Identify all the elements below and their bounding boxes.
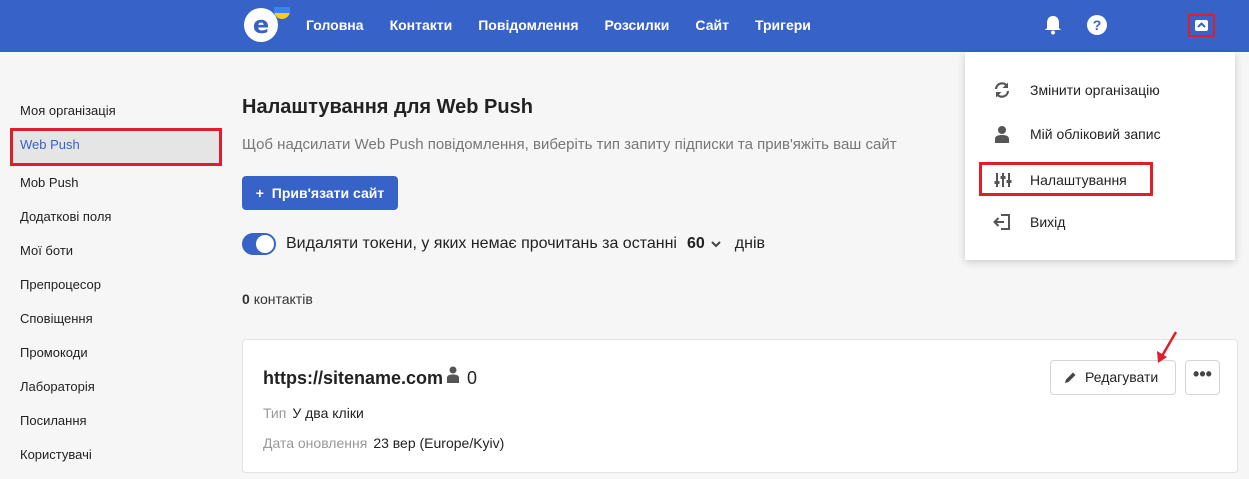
sidebar-item-promocodes[interactable]: Промокоди: [10, 336, 222, 370]
user-dropdown-menu: Змінити організацію Мій обліковий запис …: [965, 52, 1235, 260]
sidebar-item-users[interactable]: Користувачі: [10, 438, 222, 472]
delete-tokens-row: Видаляти токени, у яких немає прочитань …: [242, 233, 765, 255]
site-type-label: Тип: [263, 405, 287, 421]
site-url: https://sitename.com: [263, 368, 444, 388]
page-subtitle: Щоб надсилати Web Push повідомлення, виб…: [242, 136, 897, 153]
nav-item-campaigns[interactable]: Розсилки: [605, 17, 670, 33]
sync-icon: [994, 82, 1010, 98]
days-unit: днів: [734, 235, 766, 252]
user-menu-toggle[interactable]: [1188, 14, 1215, 37]
edit-button-label: Редагувати: [1085, 369, 1159, 385]
sidebar-item-preprocessor[interactable]: Препроцесор: [10, 268, 222, 302]
plus-icon: +: [255, 185, 264, 201]
chevron-down-icon[interactable]: [711, 240, 721, 248]
sidebar-item-my-organization[interactable]: Моя організація: [10, 94, 222, 128]
site-updated-value: 23 вер (Europe/Kyiv): [373, 435, 505, 451]
contacts-count-label: контактів: [253, 291, 313, 307]
menu-item-settings[interactable]: Налаштування: [979, 162, 1153, 196]
nav-item-triggers[interactable]: Тригери: [755, 17, 811, 33]
sidebar-item-web-push[interactable]: Web Push: [10, 128, 222, 166]
menu-item-my-account[interactable]: Мій обліковий запис: [965, 114, 1235, 154]
bind-site-button[interactable]: + Прив'язати сайт: [242, 176, 398, 210]
site-card: https://sitename.com 0 Тип У два кліки Да…: [242, 339, 1238, 473]
sidebar-item-links[interactable]: Посилання: [10, 404, 222, 438]
logo[interactable]: e: [244, 8, 278, 42]
site-updated-label: Дата оновлення: [263, 435, 368, 451]
chevron-up-icon: [1195, 20, 1208, 31]
main-nav: Головна Контакти Повідомлення Розсилки С…: [306, 17, 837, 33]
nav-item-site[interactable]: Сайт: [695, 17, 729, 33]
help-icon[interactable]: ?: [1087, 15, 1107, 35]
sidebar-item-my-bots[interactable]: Мої боти: [10, 234, 222, 268]
menu-item-change-organization-label: Змінити організацію: [1030, 82, 1160, 98]
sidebar-item-laboratory[interactable]: Лабораторія: [10, 370, 222, 404]
menu-item-logout[interactable]: Вихід: [965, 202, 1235, 242]
menu-item-change-organization[interactable]: Змінити організацію: [965, 70, 1235, 110]
delete-tokens-label: Видаляти токени, у яких немає прочитань …: [286, 235, 677, 252]
sidebar-item-notifications[interactable]: Сповіщення: [10, 302, 222, 336]
pencil-icon: [1065, 372, 1076, 383]
sidebar-item-mob-push[interactable]: Mob Push: [10, 166, 222, 200]
top-navbar: e Головна Контакти Повідомлення Розсилки…: [0, 0, 1249, 52]
user-icon: [447, 366, 459, 383]
delete-tokens-toggle[interactable]: [242, 233, 276, 255]
nav-item-contacts[interactable]: Контакти: [390, 17, 453, 33]
red-arrow-annotation: [1157, 331, 1178, 363]
subscribers-count: 0: [467, 368, 478, 388]
sliders-icon: [994, 173, 1012, 187]
bell-icon[interactable]: [1044, 15, 1062, 35]
contacts-count-value: 0: [242, 291, 250, 307]
site-updated-row: Дата оновлення 23 вер (Europe/Kyiv): [263, 435, 504, 451]
more-options-button[interactable]: •••: [1185, 360, 1220, 395]
user-icon: [995, 126, 1009, 143]
days-select-value[interactable]: 60: [687, 235, 705, 253]
menu-item-my-account-label: Мій обліковий запис: [1030, 126, 1161, 142]
bind-site-button-label: Прив'язати сайт: [271, 185, 385, 201]
nav-item-home[interactable]: Головна: [306, 17, 364, 33]
settings-sidebar: Моя організація Web Push Mob Push Додатк…: [10, 94, 222, 472]
site-type-value: У два кліки: [292, 405, 364, 421]
sidebar-item-custom-fields[interactable]: Додаткові поля: [10, 200, 222, 234]
logout-icon: [993, 214, 1010, 230]
site-type-row: Тип У два кліки: [263, 405, 364, 421]
nav-item-messages[interactable]: Повідомлення: [478, 17, 578, 33]
ukraine-flag-icon: [274, 7, 290, 19]
menu-item-settings-label: Налаштування: [1030, 172, 1127, 188]
contacts-count: 0 контактів: [242, 291, 313, 307]
menu-item-logout-label: Вихід: [1030, 214, 1066, 230]
